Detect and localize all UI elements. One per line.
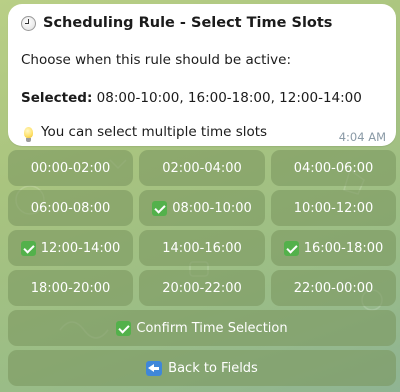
check-mark-icon	[20, 240, 36, 256]
hint-text: You can select multiple time slots	[41, 124, 268, 140]
time-slot-button[interactable]: 02:00-04:00	[139, 150, 265, 186]
confirm-button-label: Confirm Time Selection	[136, 320, 288, 336]
time-slot-label: 04:00-06:00	[293, 160, 374, 176]
check-mark-icon	[116, 320, 132, 336]
message-prompt: Choose when this rule should be active:	[21, 52, 292, 68]
time-slot-button[interactable]: 18:00-20:00	[8, 270, 133, 306]
back-to-fields-button[interactable]: Back to Fields	[8, 350, 396, 386]
time-slot-button[interactable]: 20:00-22:00	[139, 270, 265, 306]
message-title: Scheduling Rule - Select Time Slots	[21, 15, 332, 31]
time-slot-label: 16:00-18:00	[303, 240, 384, 256]
check-mark-icon	[152, 200, 168, 216]
time-slot-label: 02:00-04:00	[162, 160, 242, 176]
hint-line: You can select multiple time slots	[21, 124, 268, 142]
back-button-label: Back to Fields	[168, 360, 258, 376]
time-slot-button[interactable]: 14:00-16:00	[139, 230, 265, 266]
time-slot-label: 14:00-16:00	[162, 240, 242, 256]
lightbulb-icon	[24, 126, 33, 142]
message-bubble: Scheduling Rule - Select Time Slots Choo…	[8, 4, 396, 146]
time-slot-button[interactable]: 08:00-10:00	[139, 190, 265, 226]
confirm-time-selection-button[interactable]: Confirm Time Selection	[8, 310, 396, 346]
time-slot-button[interactable]: 16:00-18:00	[271, 230, 396, 266]
time-slot-button[interactable]: 12:00-14:00	[8, 230, 133, 266]
check-mark-icon	[283, 240, 299, 256]
time-slot-label: 22:00-00:00	[293, 280, 374, 296]
message-timestamp: 4:04 AM	[338, 130, 386, 144]
time-slot-label: 20:00-22:00	[162, 280, 242, 296]
selected-label: Selected:	[21, 90, 93, 106]
time-slot-label: 18:00-20:00	[30, 280, 111, 296]
time-slot-label: 06:00-08:00	[30, 200, 111, 216]
time-slot-button[interactable]: 22:00-00:00	[271, 270, 396, 306]
message-title-text: Scheduling Rule - Select Time Slots	[43, 15, 333, 31]
time-slot-label: 10:00-12:00	[293, 200, 374, 216]
time-slot-button[interactable]: 00:00-02:00	[8, 150, 133, 186]
selected-value: 08:00-10:00, 16:00-18:00, 12:00-14:00	[96, 90, 362, 106]
time-slot-button[interactable]: 10:00-12:00	[271, 190, 396, 226]
time-slot-label: 08:00-10:00	[172, 200, 252, 216]
time-slot-label: 00:00-02:00	[30, 160, 111, 176]
selected-slots-line: Selected: 08:00-10:00, 16:00-18:00, 12:0…	[21, 90, 362, 106]
time-slot-button[interactable]: 04:00-06:00	[271, 150, 396, 186]
time-slot-button[interactable]: 06:00-08:00	[8, 190, 133, 226]
back-arrow-icon	[146, 360, 163, 376]
time-slot-label: 12:00-14:00	[40, 240, 121, 256]
clock-icon	[21, 15, 36, 31]
